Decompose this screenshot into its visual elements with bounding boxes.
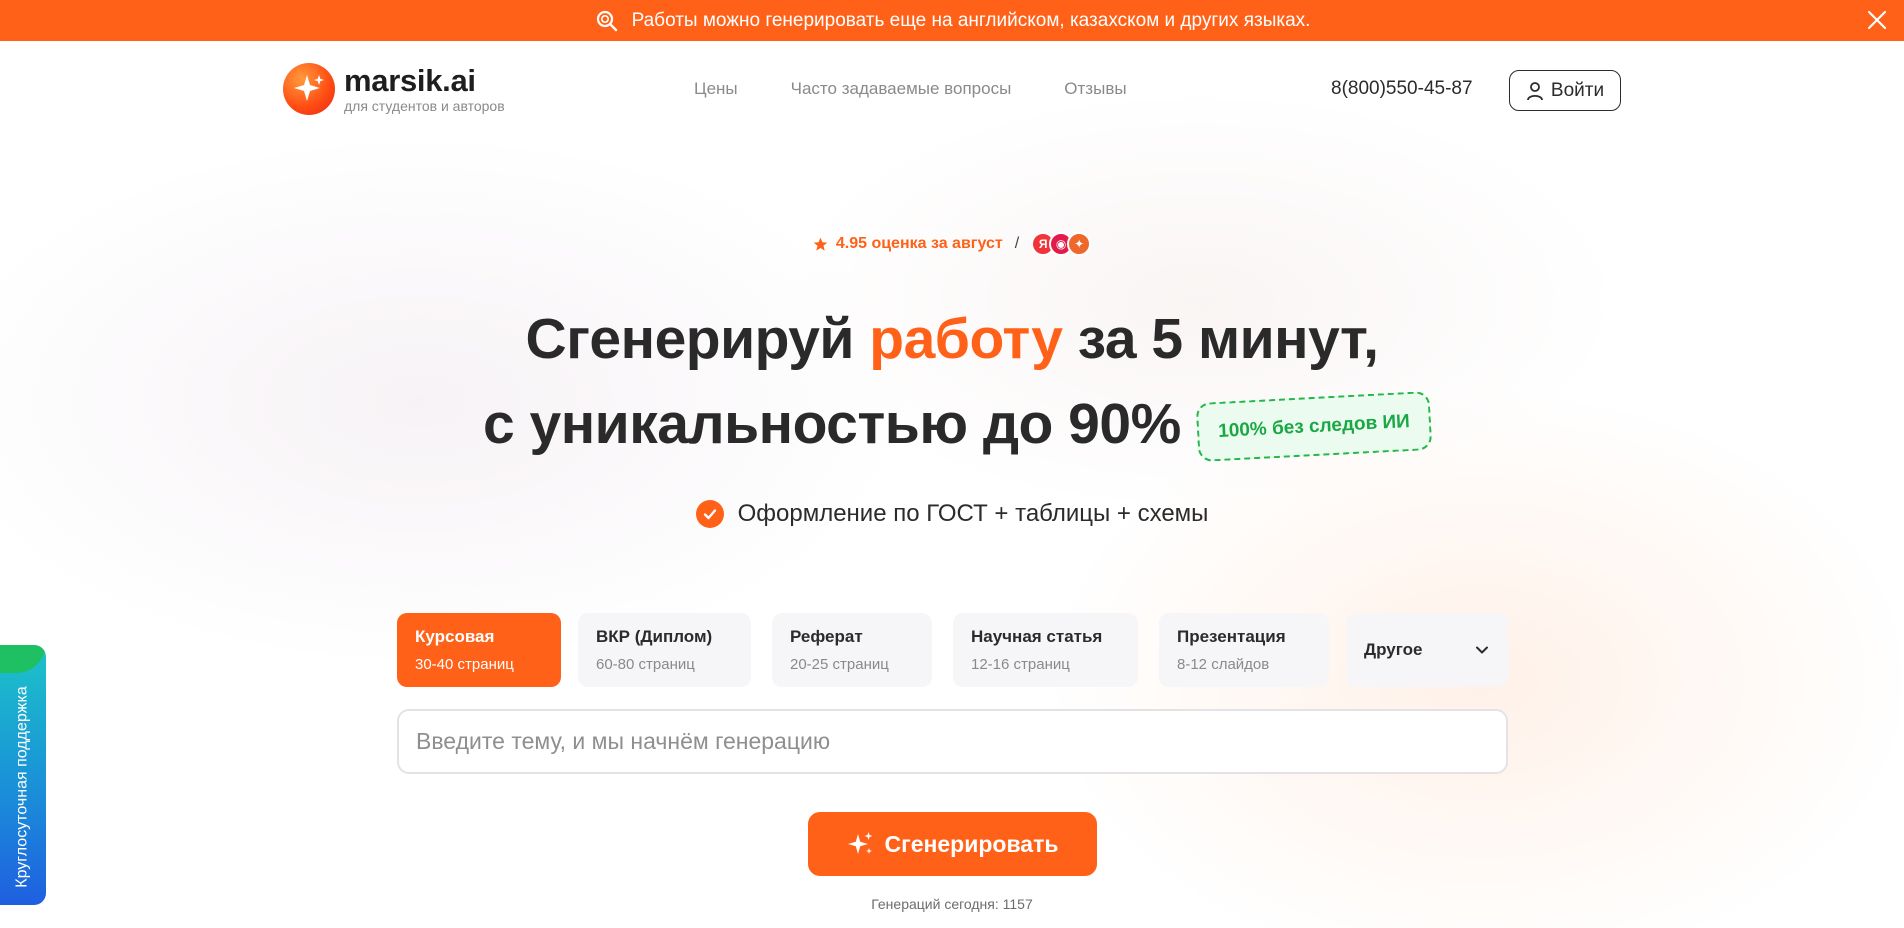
tab-coursework[interactable]: Курсовая 30-40 страниц	[397, 613, 561, 687]
topic-input[interactable]	[397, 709, 1508, 774]
phone-number[interactable]: 8(800)550-45-87	[1331, 78, 1473, 100]
work-type-tabs: Курсовая 30-40 страниц ВКР (Диплом) 60-8…	[397, 613, 1508, 687]
tab-scientific-article[interactable]: Научная статья 12-16 страниц	[953, 613, 1138, 687]
tab-other-dropdown[interactable]: Другое	[1346, 613, 1508, 687]
no-ai-badge: 100% без следов ИИ	[1195, 390, 1433, 463]
site-header: marsik.ai для студентов и авторов Цены Ч…	[0, 41, 1904, 139]
nav-reviews[interactable]: Отзывы	[1064, 79, 1126, 99]
irecommend-icon: ✦	[1067, 232, 1092, 256]
search-icon	[594, 8, 620, 34]
login-label: Войти	[1550, 79, 1605, 101]
hero-title-line2: с уникальностью до 90%	[483, 392, 1181, 456]
language-banner: Работы можно генерировать еще на английс…	[0, 0, 1904, 41]
logo-subtitle: для студентов и авторов	[344, 98, 505, 114]
tab-label: Реферат	[790, 627, 863, 646]
check-icon	[695, 500, 724, 528]
support-leaf-decoration	[0, 645, 46, 673]
tab-pages: 60-80 страниц	[596, 656, 695, 673]
hero-title-part: за 5 минут,	[1062, 307, 1379, 371]
generate-button[interactable]: Сгенерировать	[808, 812, 1097, 876]
nav-prices[interactable]: Цены	[694, 79, 738, 99]
chevron-down-icon	[1476, 646, 1488, 654]
generate-label: Сгенерировать	[884, 830, 1059, 857]
rating-separator: /	[1014, 235, 1020, 252]
logo-name: marsik.ai	[344, 63, 476, 98]
tab-label: Презентация	[1177, 627, 1286, 646]
hero-title-part: Сгенерируй	[525, 307, 870, 371]
main-nav: Цены Часто задаваемые вопросы Отзывы	[694, 79, 1127, 99]
support-tab-label: Круглосуточная поддержка	[14, 686, 32, 888]
sparkle-logo-icon	[283, 63, 335, 115]
hero-title-line1: Сгенерируй работу за 5 минут,	[0, 311, 1904, 368]
hero-title-accent: работу	[869, 307, 1063, 371]
tab-label: ВКР (Диплом)	[596, 627, 713, 646]
tab-pages: 20-25 страниц	[790, 656, 889, 673]
tab-pages: 12-16 страниц	[971, 656, 1070, 673]
feature-text: Оформление по ГОСТ + таблицы + схемы	[737, 500, 1209, 527]
banner-text: Работы можно генерировать еще на английс…	[631, 9, 1311, 31]
background-glow	[0, 41, 1904, 928]
tab-pages: 8-12 слайдов	[1177, 656, 1270, 673]
tab-label: Научная статья	[971, 627, 1103, 646]
tab-presentation[interactable]: Презентация 8-12 слайдов	[1159, 613, 1329, 687]
sparkle-icon	[847, 832, 872, 854]
tab-label: Другое	[1364, 640, 1423, 659]
support-side-tab[interactable]: Круглосуточная поддержка	[0, 645, 46, 905]
logo[interactable]: marsik.ai для студентов и авторов	[283, 63, 505, 115]
login-button[interactable]: Войти	[1509, 70, 1621, 111]
feature-line: Оформление по ГОСТ + таблицы + схемы	[0, 500, 1904, 528]
generations-today: Генераций сегодня: 1157	[871, 896, 1033, 912]
tab-essay[interactable]: Реферат 20-25 страниц	[772, 613, 932, 687]
star-icon	[813, 237, 828, 251]
nav-faq[interactable]: Часто задаваемые вопросы	[791, 79, 1012, 99]
user-icon	[1527, 81, 1543, 100]
rating-text: 4.95 оценка за август	[835, 235, 1003, 252]
tab-pages: 30-40 страниц	[415, 656, 514, 673]
review-platform-badges: Я ◉ ✦	[1031, 232, 1092, 256]
tab-label: Курсовая	[415, 627, 495, 646]
rating-row: 4.95 оценка за август / Я ◉ ✦	[0, 232, 1904, 256]
tab-diploma[interactable]: ВКР (Диплом) 60-80 страниц	[578, 613, 751, 687]
close-icon[interactable]	[1864, 7, 1890, 33]
